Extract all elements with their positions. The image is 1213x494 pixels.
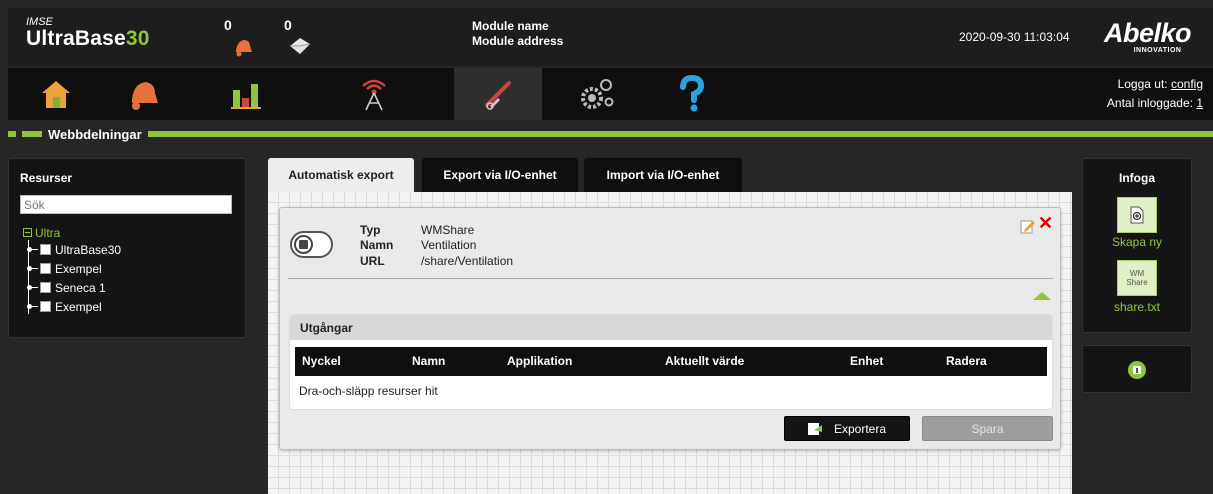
type-value: WMShare [421,223,475,237]
chart-icon [231,84,261,109]
column-header[interactable]: Applikation [507,354,572,368]
drop-zone-hint[interactable]: Dra-och-släpp resurser hit [299,384,438,398]
export-icon [807,422,822,435]
url-value: /share/Ventilation [421,254,514,268]
nav-communication[interactable] [330,68,418,120]
nav-home[interactable] [12,68,100,120]
file-label[interactable]: share.txt [1083,300,1191,314]
gears-icon [581,79,614,109]
nav-help[interactable] [648,68,736,120]
nav-settings[interactable] [552,68,640,120]
module-info: Module name Module address [472,19,563,49]
insert-panel: Infoga Skapa ny WM Share share.txt [1082,158,1192,333]
column-header[interactable]: Enhet [850,354,883,368]
tab-automatic-export[interactable]: Automatisk export [268,158,414,192]
column-header[interactable]: Namn [412,354,445,368]
save-button[interactable]: Spara [922,416,1053,441]
url-label: URL [360,254,385,268]
collapse-box-icon [23,228,32,237]
resources-panel: Resurser Ultra UltraBase30 Exempel Senec… [8,158,246,338]
tree-root[interactable]: Ultra [23,225,121,240]
column-header[interactable]: Radera [946,354,987,368]
module-name: Module name [472,19,549,33]
enable-toggle[interactable] [290,231,333,258]
checkbox[interactable] [40,282,51,293]
name-label: Namn [360,238,394,252]
type-label: Typ [360,223,381,237]
new-file-icon [1130,206,1144,224]
create-new-button[interactable] [1117,197,1157,233]
insert-title: Infoga [1119,171,1155,185]
nav-alarms[interactable] [100,68,188,120]
help-icon [680,75,705,112]
tools-icon [485,81,511,110]
envelope-icon[interactable] [288,36,312,56]
tree-item[interactable]: Seneca 1 [23,278,121,297]
name-value: Ventilation [421,238,477,252]
datetime: 2020-09-30 11:03:04 [959,30,1070,44]
logout-link[interactable]: config [1171,77,1203,91]
home-icon [42,81,70,108]
outputs-panel: Utgångar Nyckel Namn Applikation Aktuell… [289,314,1053,410]
abelko-logo: Abelko INNOVATION [1104,18,1192,55]
resources-title: Resurser [20,171,73,185]
create-new-label[interactable]: Skapa ny [1083,235,1191,249]
brand-name: UltraBase30 [26,27,150,50]
share-card: Typ WMShare Namn Ventilation URL /share/… [279,207,1061,450]
main-nav: Logga ut: config Antal inloggade: 1 [8,68,1213,120]
bell-icon [132,82,158,110]
tab-export-io[interactable]: Export via I/O-enhet [422,158,578,192]
export-button[interactable]: Exportera [784,416,910,441]
tree-item[interactable]: Exempel [23,259,121,278]
section-bar: Webbdelningar [8,124,1213,144]
column-header[interactable]: Aktuellt värde [665,354,744,368]
edit-icon[interactable] [1020,218,1036,234]
delete-icon[interactable]: ✕ [1038,214,1053,232]
checkbox[interactable] [40,301,51,312]
nav-tools[interactable] [454,68,542,120]
login-info: Logga ut: config Antal inloggade: 1 [1106,77,1203,110]
outputs-title: Utgångar [290,315,1052,340]
logged-in-count-link[interactable]: 1 [1196,96,1203,110]
outputs-table-header: Nyckel Namn Applikation Aktuellt värde E… [295,347,1047,376]
tab-import-io[interactable]: Import via I/O-enhet [584,158,742,192]
alarm-bell-icon[interactable] [232,36,254,58]
message-count: 0 [284,17,292,33]
stop-icon [294,235,313,254]
collapse-arrow-icon[interactable] [1033,292,1051,300]
info-icon[interactable] [1128,361,1146,379]
app-header: IMSE UltraBase30 0 0 Module name Module … [8,8,1213,66]
wmshare-file-button[interactable]: WM Share [1117,260,1157,296]
antenna-icon [362,79,386,111]
search-input[interactable] [20,195,232,214]
tree-item[interactable]: Exempel [23,297,121,316]
info-panel [1082,345,1192,393]
nav-trends[interactable] [204,68,292,120]
page-title: Webbdelningar [16,124,148,144]
column-header[interactable]: Nyckel [302,354,341,368]
checkbox[interactable] [40,263,51,274]
resource-tree: Ultra UltraBase30 Exempel Seneca 1 Exemp… [23,225,121,316]
tree-item[interactable]: UltraBase30 [23,240,121,259]
module-address: Module address [472,34,564,48]
alarm-count: 0 [224,17,232,33]
checkbox[interactable] [40,244,51,255]
